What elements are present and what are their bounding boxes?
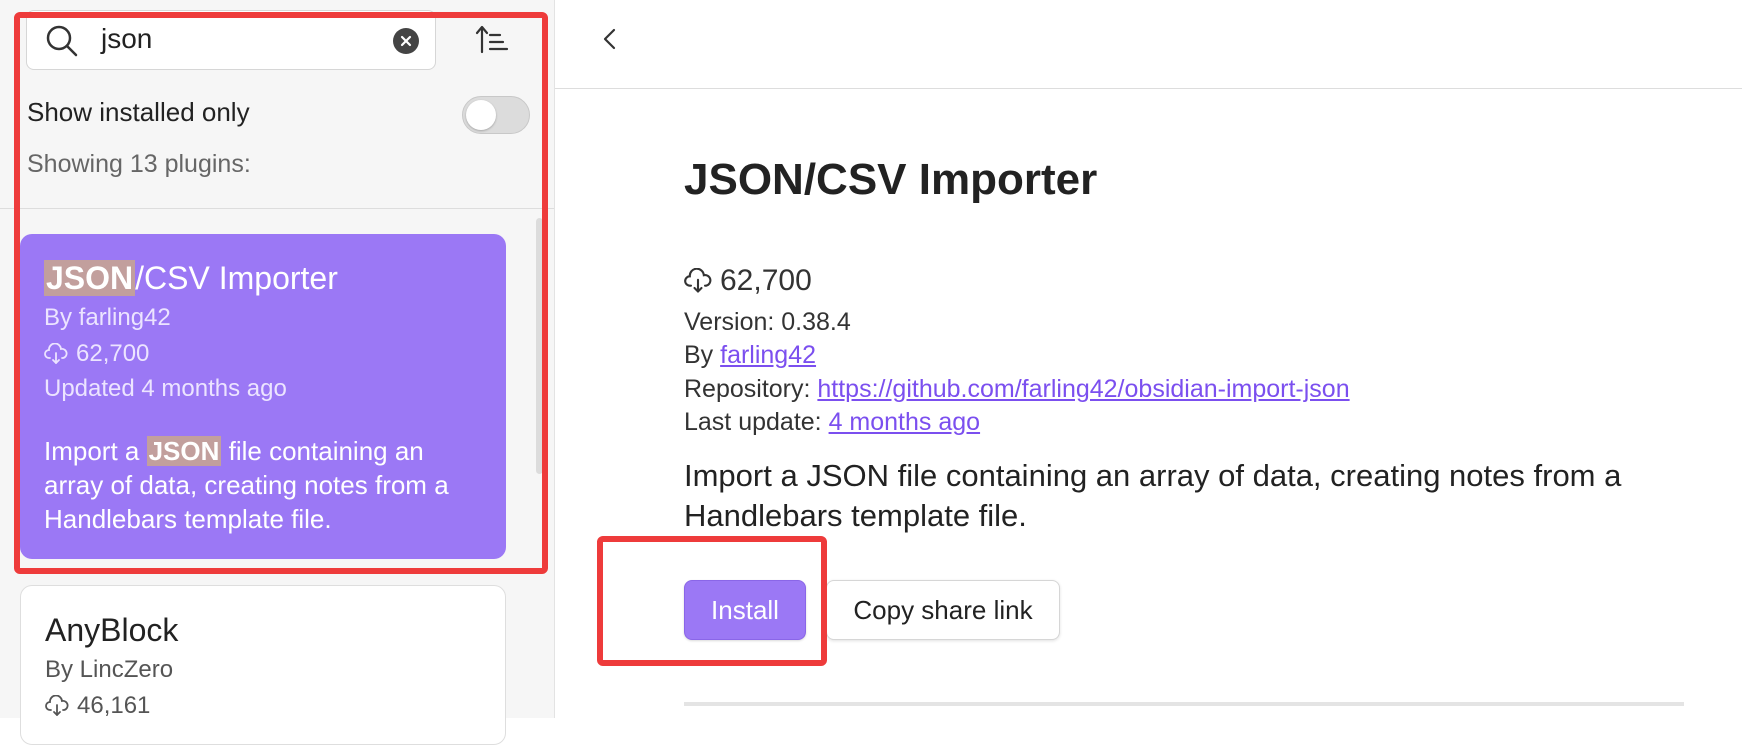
section-divider <box>684 702 1684 706</box>
plugin-author-line: By farling42 <box>684 341 816 370</box>
download-cloud-icon <box>684 268 712 293</box>
annotation-box <box>14 12 548 574</box>
plugin-detail-downloads: 62,700 <box>684 264 812 298</box>
copy-share-link-button[interactable]: Copy share link <box>826 580 1060 640</box>
plugin-repository-line: Repository: https://github.com/farling42… <box>684 375 1350 404</box>
plugin-last-update-line: Last update: 4 months ago <box>684 408 980 437</box>
last-update-label: Last update: <box>684 408 829 436</box>
author-label: By <box>684 341 721 369</box>
annotation-box <box>597 536 827 666</box>
plugin-version: Version: 0.38.4 <box>684 308 851 336</box>
repository-link[interactable]: https://github.com/farling42/obsidian-im… <box>817 375 1349 403</box>
back-chevron-icon[interactable] <box>596 22 624 56</box>
plugin-detail-download-count: 62,700 <box>720 264 812 297</box>
author-link[interactable]: farling42 <box>720 341 816 369</box>
plugin-card-download-count: 46,161 <box>77 692 151 719</box>
download-cloud-icon <box>45 695 69 716</box>
repository-label: Repository: <box>684 375 818 403</box>
plugin-card-author: By LincZero <box>45 656 174 683</box>
last-update-link[interactable]: 4 months ago <box>829 408 981 436</box>
plugin-card-anyblock[interactable]: AnyBlock By LincZero 46,161 <box>20 585 506 745</box>
plugin-detail-description: Import a JSON file containing an array o… <box>684 458 1622 533</box>
plugin-detail-title: JSON/CSV Importer <box>684 155 1098 204</box>
header-divider <box>555 88 1742 89</box>
plugin-card-title: AnyBlock <box>45 612 179 648</box>
plugin-card-downloads: 46,161 <box>45 692 150 720</box>
